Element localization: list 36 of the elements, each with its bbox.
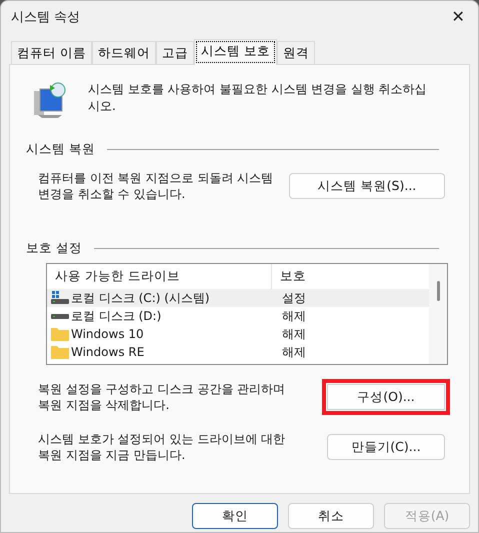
tab[interactable]: 원격 — [276, 41, 315, 64]
dialog-button[interactable]: 취소 — [288, 503, 374, 529]
drive-row[interactable]: 로컬 디스크 (C:) (시스템) 설정 — [47, 289, 429, 307]
window-title: 시스템 속성 — [11, 9, 80, 26]
tab[interactable]: 시스템 보호 — [194, 39, 277, 65]
dialog-button[interactable]: 확인 — [192, 503, 278, 529]
restore-description: 컴퓨터를 이전 복원 지점으로 되돌려 시스템 변경을 취소할 수 있습니다. — [38, 170, 274, 202]
drive-name: 로컬 디스크 (C:) (시스템) — [71, 290, 211, 307]
intro-text: 시스템 보호를 사용하여 불필요한 시스템 변경을 실행 취소하십시오. — [88, 81, 428, 115]
drive-name: 로컬 디스크 (D:) — [71, 308, 162, 325]
drive-row[interactable]: 로컬 디스크 (D:) 해제 — [47, 307, 429, 325]
tab[interactable]: 하드웨어 — [92, 41, 156, 64]
system-restore-button[interactable]: 시스템 복원(S)... — [289, 173, 445, 199]
computer-icon — [32, 81, 68, 119]
close-button[interactable]: ✕ — [438, 2, 478, 32]
section-heading: 보호 설정 — [26, 240, 82, 257]
action-description: 시스템 보호가 설정되어 있는 드라이브에 대한 복원 지점을 지금 만듭니다. — [38, 431, 286, 463]
drive-row[interactable]: Windows RE 해제 — [47, 343, 429, 361]
drive-icon — [51, 291, 69, 305]
configure-button[interactable]: 구성(O)... — [322, 379, 450, 415]
protection-status: 설정 — [281, 290, 307, 307]
create-button[interactable]: 만들기(C)... — [327, 434, 445, 460]
drive-name: Windows 10 — [71, 326, 145, 343]
scrollbar-thumb[interactable] — [436, 281, 440, 301]
tab[interactable]: 컴퓨터 이름 — [11, 41, 92, 64]
folder-icon — [51, 345, 69, 359]
protection-status: 해제 — [281, 344, 307, 361]
tab[interactable]: 고급 — [156, 41, 194, 64]
folder-icon — [51, 327, 69, 341]
section-heading: 시스템 복원 — [26, 141, 95, 158]
drive-name: Windows RE — [71, 344, 146, 361]
drive-row[interactable]: Windows 10 해제 — [47, 325, 429, 343]
protection-status: 해제 — [281, 326, 307, 343]
column-header[interactable]: 보호 — [272, 264, 429, 289]
action-description: 복원 설정을 구성하고 디스크 공간을 관리하며 복원 지점을 삭제합니다. — [38, 381, 286, 413]
protection-status: 해제 — [281, 308, 307, 325]
